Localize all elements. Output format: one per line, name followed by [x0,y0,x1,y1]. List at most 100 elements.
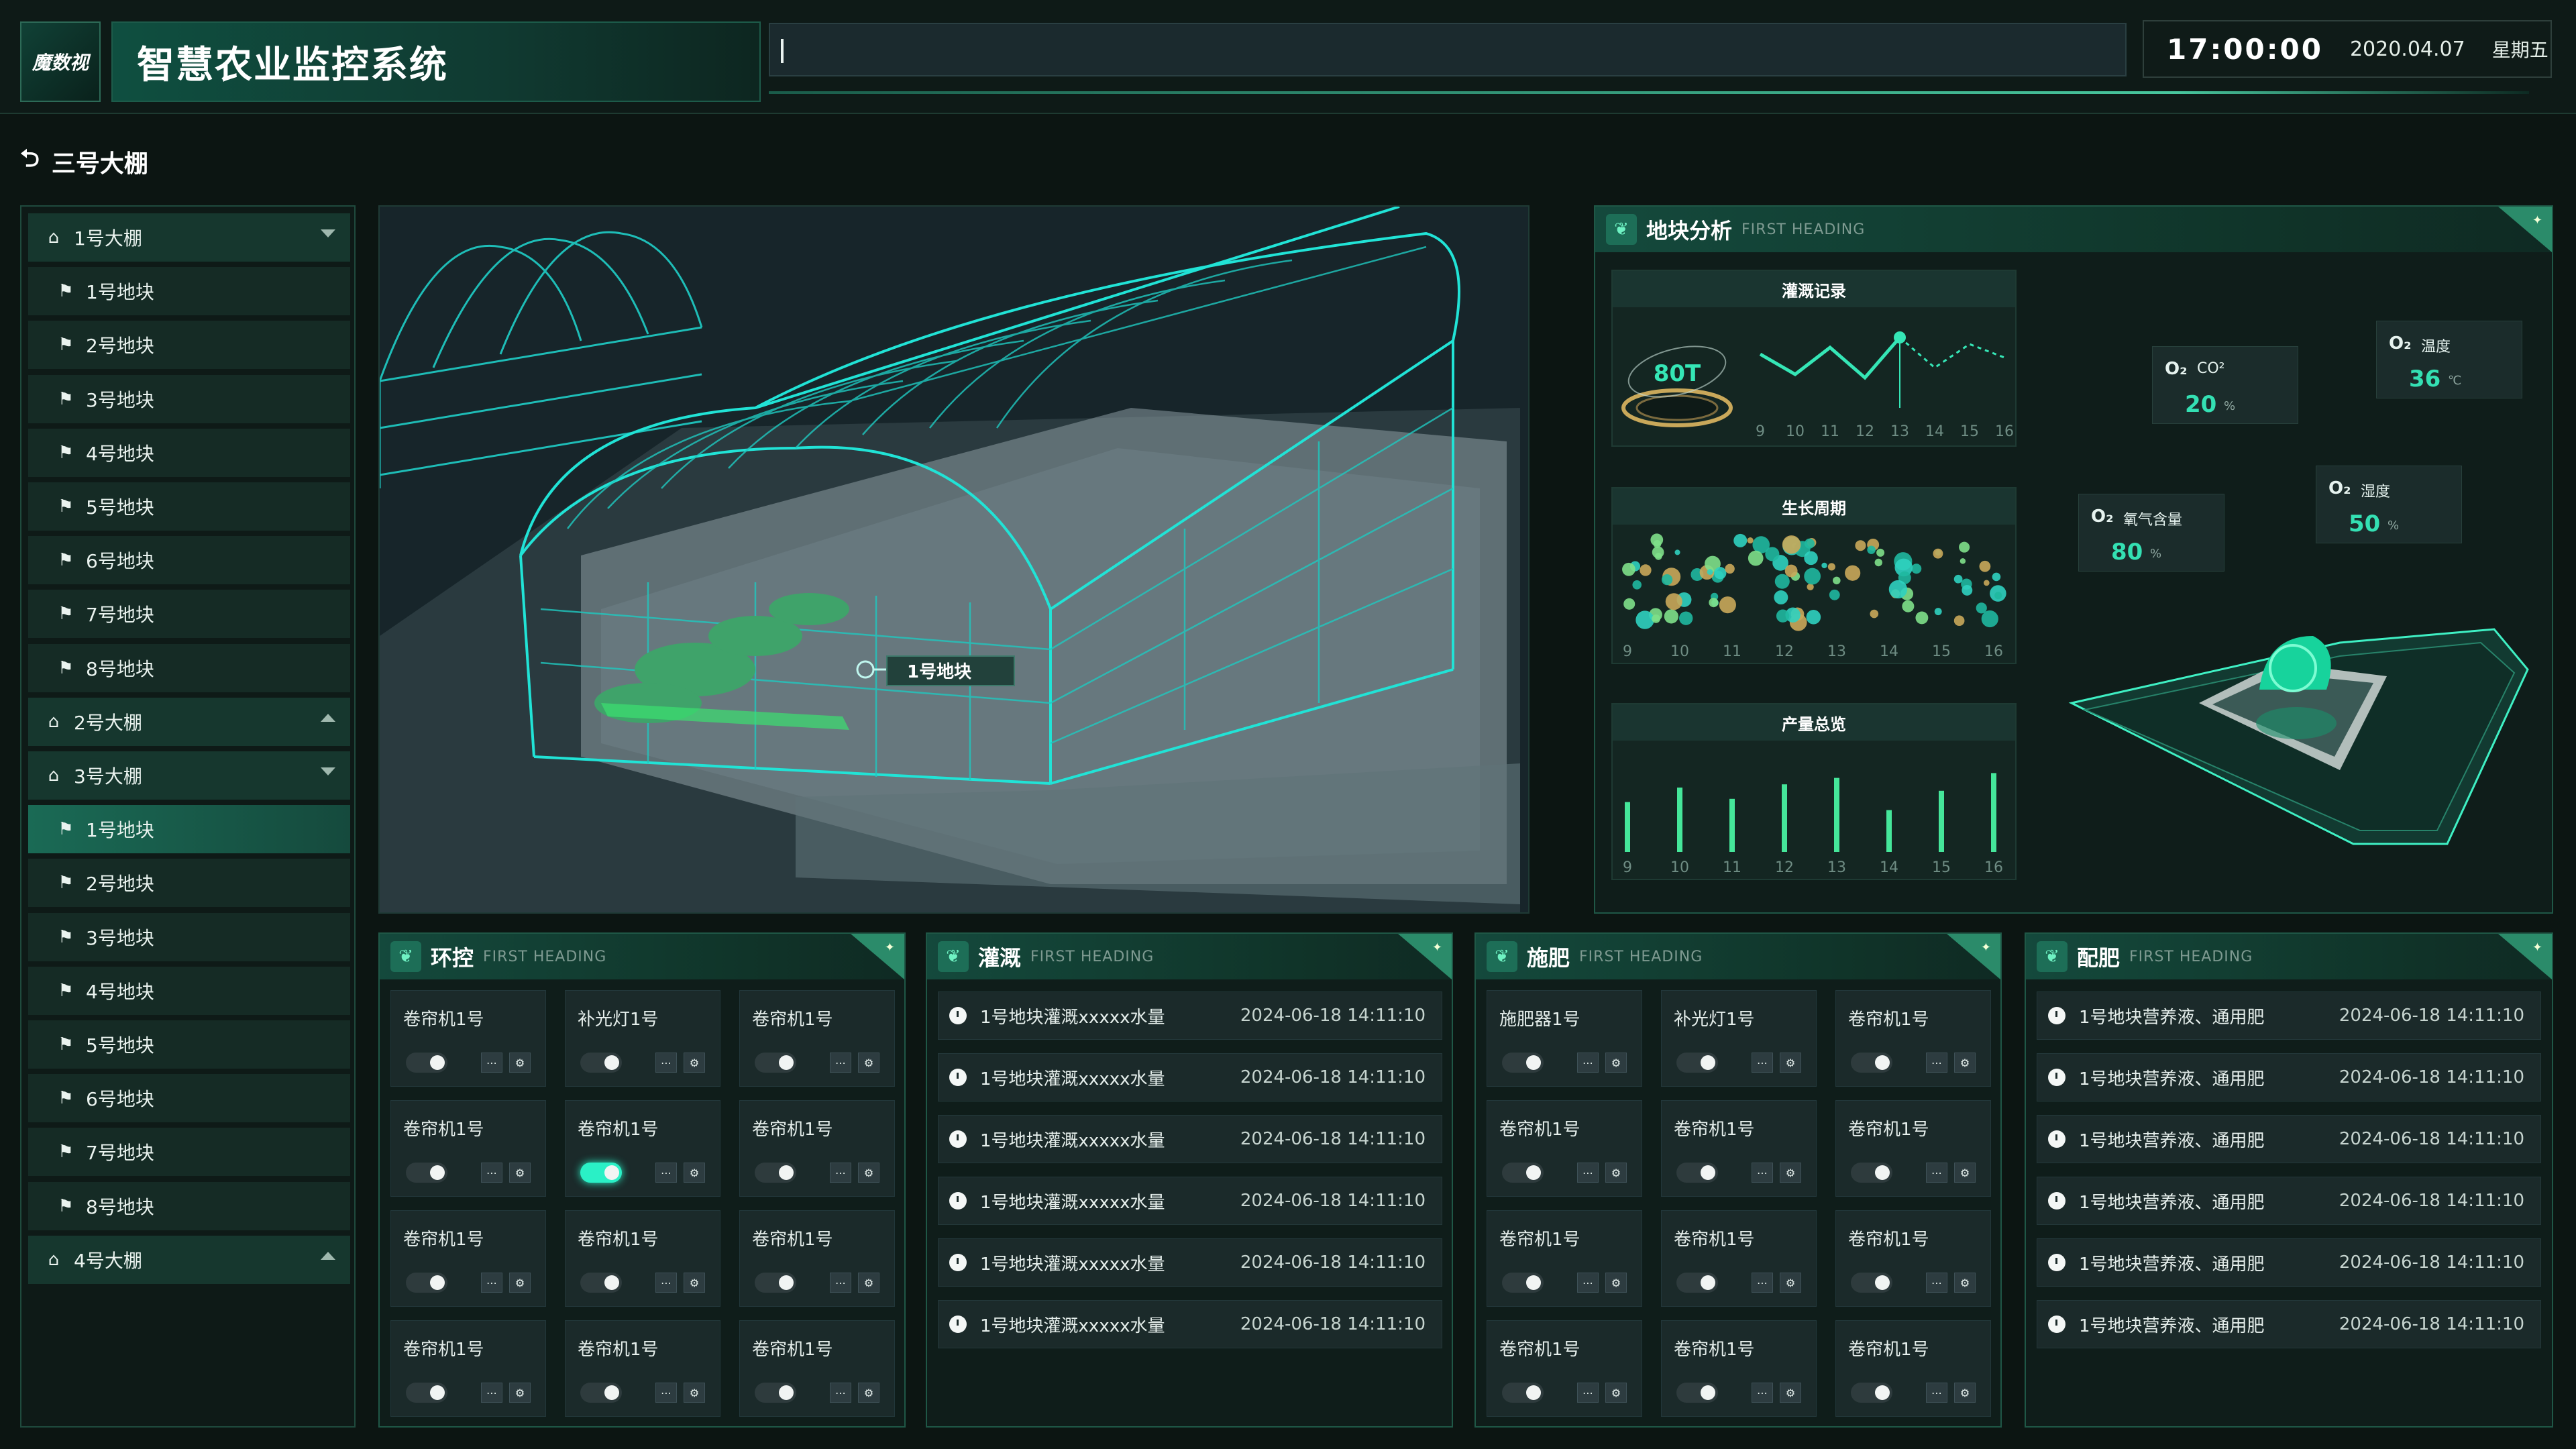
device-toggle[interactable] [1502,1053,1544,1073]
settings-button[interactable]: ⚙ [684,1163,705,1183]
settings-button[interactable]: ⚙ [1780,1053,1801,1073]
sidebar-group[interactable]: ⌂ 3号大棚 [28,751,350,800]
sidebar-plot-item[interactable]: ⚑ 5号地块 [28,482,350,531]
header-input[interactable] [769,23,2127,76]
record-row[interactable]: 1号地块灌溉xxxxx水量 2024-06-18 14:11:10 [938,1115,1442,1163]
device-toggle[interactable] [1676,1053,1718,1073]
device-toggle[interactable] [1676,1163,1718,1183]
device-toggle[interactable] [755,1273,796,1293]
more-button[interactable]: ⋯ [1577,1053,1599,1073]
sidebar-plot-item[interactable]: ⚑ 4号地块 [28,966,350,1015]
more-button[interactable]: ⋯ [1752,1053,1773,1073]
settings-button[interactable]: ⚙ [858,1053,879,1073]
device-toggle[interactable] [406,1163,447,1183]
sidebar-plot-item[interactable]: ⚑ 3号地块 [28,912,350,961]
sidebar-plot-item[interactable]: ⚑ 1号地块 [28,267,350,316]
record-row[interactable]: 1号地块营养液、通用肥 2024-06-18 14:11:10 [2037,1300,2541,1348]
device-toggle[interactable] [580,1383,622,1403]
device-toggle[interactable] [580,1273,622,1293]
record-row[interactable]: 1号地块营养液、通用肥 2024-06-18 14:11:10 [2037,991,2541,1040]
settings-button[interactable]: ⚙ [684,1053,705,1073]
more-button[interactable]: ⋯ [1577,1383,1599,1403]
device-toggle[interactable] [755,1053,796,1073]
more-button[interactable]: ⋯ [481,1383,502,1403]
settings-button[interactable]: ⚙ [1954,1053,1976,1073]
settings-button[interactable]: ⚙ [1954,1273,1976,1293]
settings-button[interactable]: ⚙ [1954,1383,1976,1403]
record-row[interactable]: 1号地块营养液、通用肥 2024-06-18 14:11:10 [2037,1115,2541,1163]
more-button[interactable]: ⋯ [1752,1163,1773,1183]
caret-down-icon[interactable] [321,767,335,775]
more-button[interactable]: ⋯ [830,1273,851,1293]
more-button[interactable]: ⋯ [655,1383,677,1403]
more-button[interactable]: ⋯ [1926,1273,1947,1293]
record-row[interactable]: 1号地块灌溉xxxxx水量 2024-06-18 14:11:10 [938,1300,1442,1348]
more-button[interactable]: ⋯ [655,1053,677,1073]
settings-button[interactable]: ⚙ [509,1383,531,1403]
device-toggle[interactable] [406,1383,447,1403]
settings-button[interactable]: ⚙ [1780,1273,1801,1293]
record-row[interactable]: 1号地块灌溉xxxxx水量 2024-06-18 14:11:10 [938,991,1442,1040]
highlight-point[interactable] [1894,331,1906,343]
sidebar-plot-item[interactable]: ⚑ 5号地块 [28,1020,350,1069]
device-toggle[interactable] [1851,1053,1892,1073]
sidebar-plot-item[interactable]: ⚑ 6号地块 [28,536,350,585]
sidebar-plot-item[interactable]: ⚑ 2号地块 [28,321,350,370]
settings-button[interactable]: ⚙ [684,1383,705,1403]
settings-button[interactable]: ⚙ [509,1053,531,1073]
device-toggle[interactable] [1851,1383,1892,1403]
sidebar-plot-item[interactable]: ⚑ 7号地块 [28,1128,350,1177]
device-toggle[interactable] [755,1163,796,1183]
settings-button[interactable]: ⚙ [509,1163,531,1183]
sidebar-group[interactable]: ⌂ 2号大棚 [28,697,350,746]
caret-up-icon[interactable] [321,713,335,722]
device-toggle[interactable] [406,1273,447,1293]
caret-down-icon[interactable] [321,229,335,237]
sidebar-plot-item[interactable]: ⚑ 1号地块 [28,805,350,854]
sidebar-plot-item[interactable]: ⚑ 3号地块 [28,374,350,423]
more-button[interactable]: ⋯ [1577,1273,1599,1293]
settings-button[interactable]: ⚙ [1780,1163,1801,1183]
record-row[interactable]: 1号地块灌溉xxxxx水量 2024-06-18 14:11:10 [938,1053,1442,1102]
sidebar-plot-item[interactable]: ⚑ 7号地块 [28,590,350,639]
settings-button[interactable]: ⚙ [1954,1163,1976,1183]
settings-button[interactable]: ⚙ [1605,1163,1627,1183]
more-button[interactable]: ⋯ [1926,1163,1947,1183]
sidebar-plot-item[interactable]: ⚑ 8号地块 [28,643,350,692]
device-toggle[interactable] [1851,1163,1892,1183]
more-button[interactable]: ⋯ [1926,1383,1947,1403]
more-button[interactable]: ⋯ [1577,1163,1599,1183]
more-button[interactable]: ⋯ [481,1053,502,1073]
more-button[interactable]: ⋯ [655,1163,677,1183]
settings-button[interactable]: ⚙ [858,1383,879,1403]
record-row[interactable]: 1号地块营养液、通用肥 2024-06-18 14:11:10 [2037,1238,2541,1287]
settings-button[interactable]: ⚙ [858,1273,879,1293]
record-row[interactable]: 1号地块灌溉xxxxx水量 2024-06-18 14:11:10 [938,1238,1442,1287]
sidebar-plot-item[interactable]: ⚑ 4号地块 [28,428,350,477]
more-button[interactable]: ⋯ [830,1053,851,1073]
device-toggle[interactable] [406,1053,447,1073]
device-toggle[interactable] [1502,1273,1544,1293]
settings-button[interactable]: ⚙ [1605,1053,1627,1073]
sidebar-plot-item[interactable]: ⚑ 6号地块 [28,1074,350,1123]
settings-button[interactable]: ⚙ [509,1273,531,1293]
sidebar-plot-item[interactable]: ⚑ 8号地块 [28,1181,350,1230]
settings-button[interactable]: ⚙ [858,1163,879,1183]
caret-up-icon[interactable] [321,1251,335,1260]
settings-button[interactable]: ⚙ [1780,1383,1801,1403]
device-toggle[interactable] [1502,1383,1544,1403]
settings-button[interactable]: ⚙ [684,1273,705,1293]
more-button[interactable]: ⋯ [1752,1273,1773,1293]
record-row[interactable]: 1号地块营养液、通用肥 2024-06-18 14:11:10 [2037,1053,2541,1102]
back-icon[interactable]: ⮌ [20,141,40,182]
device-toggle[interactable] [1502,1163,1544,1183]
more-button[interactable]: ⋯ [830,1383,851,1403]
record-row[interactable]: 1号地块营养液、通用肥 2024-06-18 14:11:10 [2037,1177,2541,1225]
more-button[interactable]: ⋯ [1752,1383,1773,1403]
more-button[interactable]: ⋯ [481,1163,502,1183]
settings-button[interactable]: ⚙ [1605,1383,1627,1403]
device-toggle[interactable] [580,1163,622,1183]
device-toggle[interactable] [1851,1273,1892,1293]
record-row[interactable]: 1号地块灌溉xxxxx水量 2024-06-18 14:11:10 [938,1177,1442,1225]
sidebar-plot-item[interactable]: ⚑ 2号地块 [28,859,350,908]
